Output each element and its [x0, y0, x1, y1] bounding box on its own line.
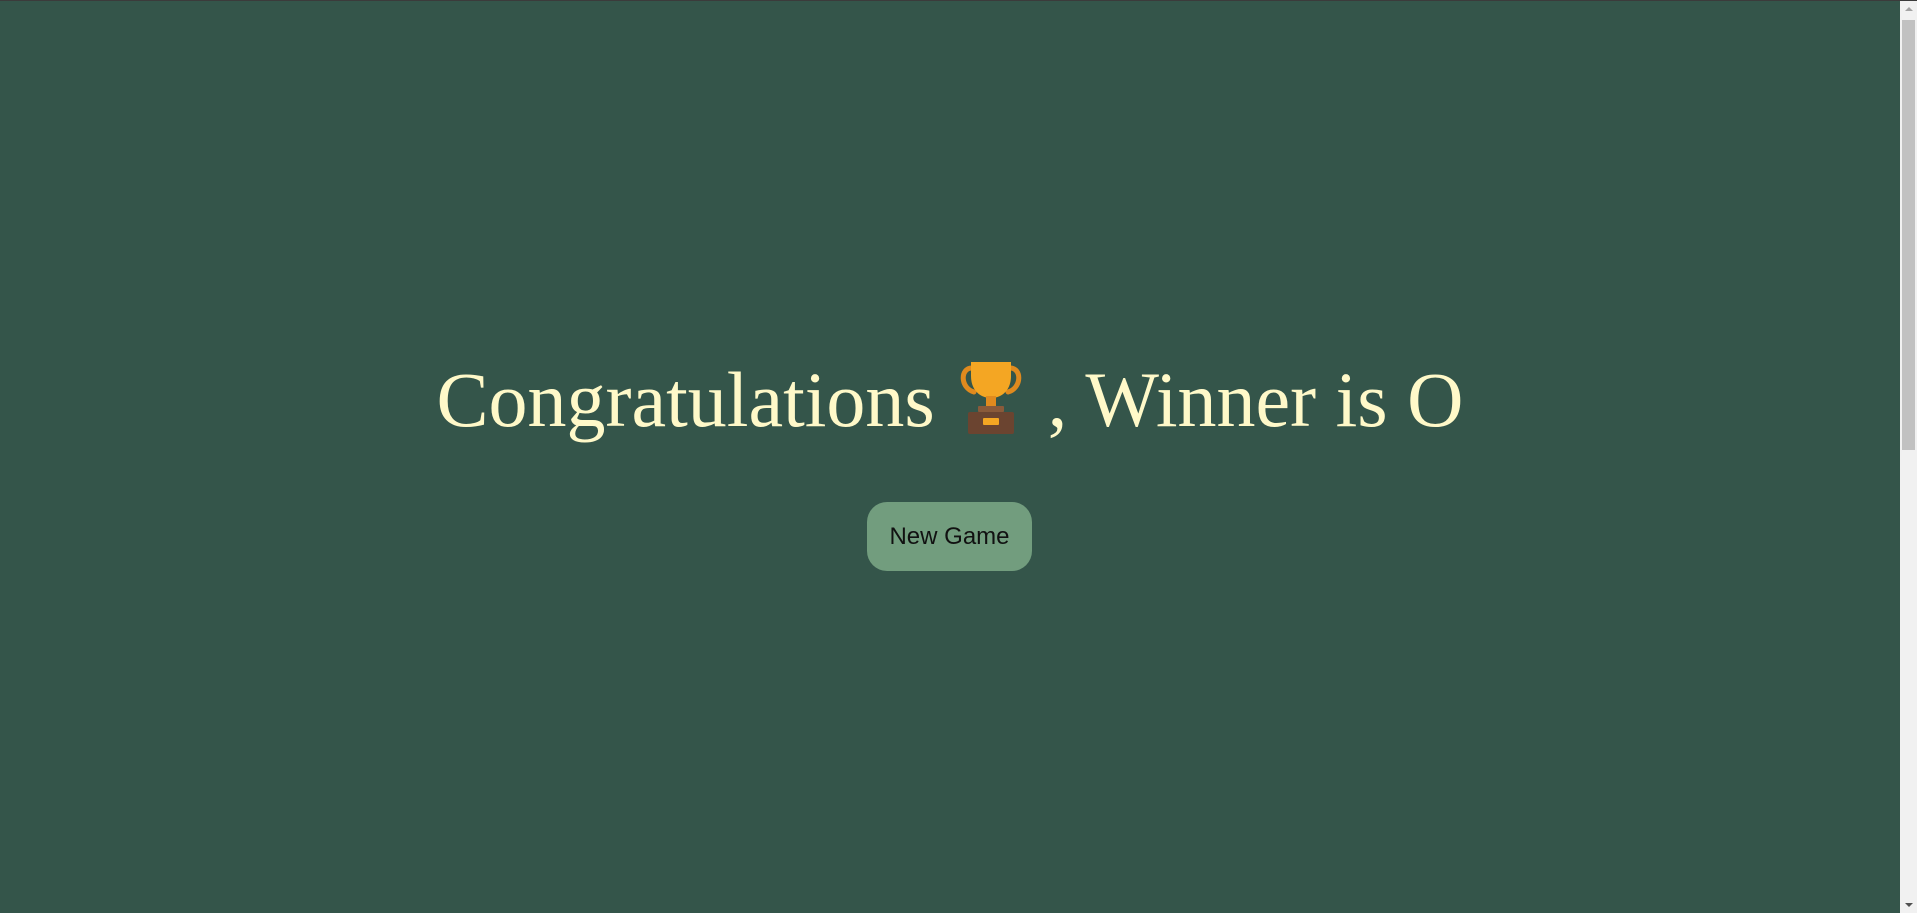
scroll-up-button[interactable] [1900, 1, 1917, 18]
winner-message: Congratulations , Winner is O [0, 344, 1900, 456]
scroll-down-button[interactable] [1900, 896, 1917, 913]
congratulations-text: Congratulations [436, 356, 935, 443]
scroll-down-icon [1905, 903, 1913, 907]
game-viewport: Congratulations , Winner is O New Game [0, 1, 1900, 913]
new-game-button[interactable]: New Game [867, 502, 1032, 571]
scroll-up-icon [1905, 7, 1913, 11]
winner-text: , Winner is O [1047, 356, 1464, 443]
trophy-icon [958, 358, 1024, 434]
vertical-scrollbar[interactable] [1900, 1, 1917, 913]
winner-message-container: Congratulations , Winner is O [0, 1, 1900, 913]
scroll-thumb[interactable] [1902, 20, 1915, 450]
